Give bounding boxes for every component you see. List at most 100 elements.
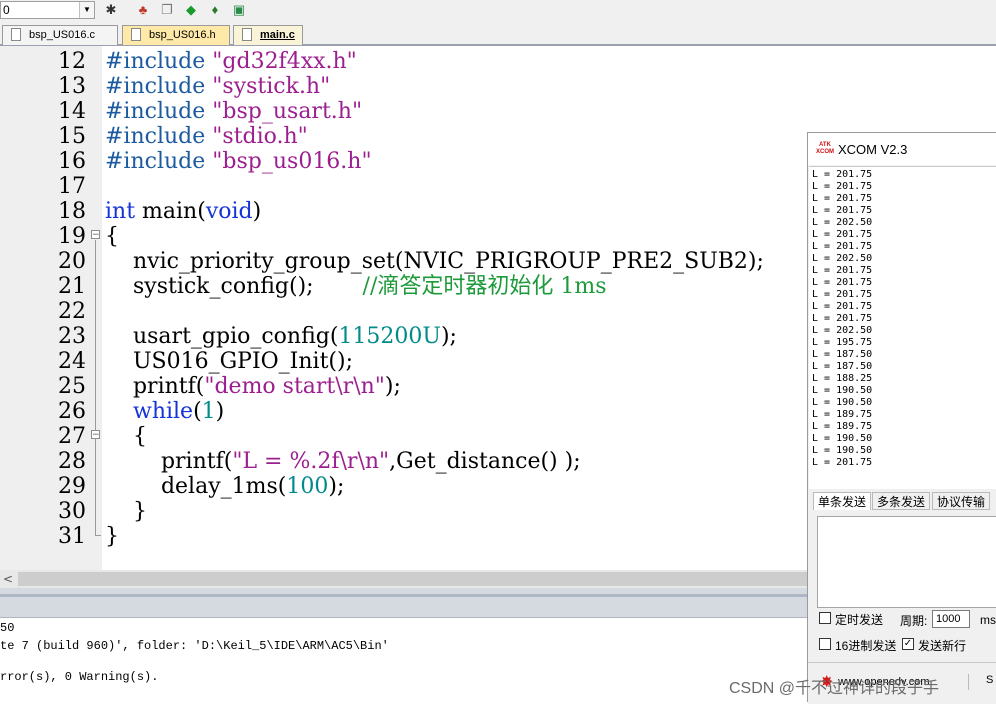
copy-icon[interactable]: ❐ [158, 1, 176, 19]
flash-icon[interactable]: ♦ [206, 1, 224, 19]
timed-send-label: 定时发送 [835, 613, 884, 627]
period-label: 周期: [900, 614, 928, 628]
tab-protocol[interactable]: 协议传输 [932, 492, 991, 510]
line-number: 27 [58, 424, 86, 449]
line-number: 24 [58, 349, 86, 374]
send-mode-tabs: 单条发送 多条发送 协议传输 [808, 490, 996, 512]
code-line: } [105, 524, 119, 549]
code-line: printf("demo start\r\n"); [105, 374, 401, 399]
received-line: L = 201.75 [812, 169, 873, 180]
tab-label: bsp_US016.c [29, 29, 96, 41]
fold-end [95, 535, 101, 536]
line-number: 18 [58, 199, 86, 224]
received-line: L = 187.50 [812, 349, 873, 360]
received-line: L = 189.75 [812, 421, 873, 432]
line-number: 28 [58, 449, 86, 474]
hierarchy-icon[interactable]: ♣ [134, 1, 152, 19]
code-line: #include "stdio.h" [105, 124, 308, 149]
send-textarea[interactable] [817, 516, 996, 608]
received-line: L = 201.75 [812, 457, 873, 468]
line-number: 25 [58, 374, 86, 399]
received-line: L = 201.75 [812, 313, 873, 324]
code-line: while(1) [132, 399, 225, 424]
chevron-down-icon[interactable]: ▼ [79, 2, 94, 18]
period-unit: ms [980, 613, 996, 627]
fold-collapse-icon[interactable]: − [91, 230, 100, 240]
code-line: #include "gd32f4xx.h" [105, 49, 357, 74]
received-line: L = 201.75 [812, 289, 873, 300]
received-line: L = 201.75 [812, 277, 873, 288]
line-number: 20 [58, 249, 86, 274]
received-line: L = 190.50 [812, 385, 873, 396]
hex-send-label: 16进制发送 [835, 639, 897, 653]
line-number: 23 [58, 324, 86, 349]
newline-checkbox[interactable]: ✓ [902, 638, 914, 650]
code-line: #include "systick.h" [105, 74, 331, 99]
xcom-title: XCOM V2.3 [838, 142, 908, 157]
fold-collapse-icon[interactable]: − [91, 430, 100, 440]
file-icon [11, 28, 21, 41]
package-icon[interactable]: ▣ [230, 1, 248, 19]
atk-logo-icon: ATK XCOM [816, 142, 834, 155]
received-line: L = 201.75 [812, 205, 873, 216]
line-number: 15 [58, 124, 86, 149]
received-line: L = 201.75 [812, 229, 873, 240]
code-line: printf("L = %.2f\r\n",Get_distance() ); [105, 449, 581, 474]
build-target-icon[interactable]: ✱ [102, 1, 120, 19]
line-number: 17 [58, 174, 86, 199]
received-line: L = 188.25 [812, 373, 873, 384]
target-combo-value: 0 [3, 3, 10, 17]
received-line: L = 195.75 [812, 337, 873, 348]
scroll-left-icon[interactable]: < [3, 572, 13, 586]
received-line: L = 202.50 [812, 325, 873, 336]
receive-area[interactable]: L = 201.75 L = 201.75 L = 201.75 L = 201.75… [809, 166, 996, 489]
file-tab-bar: bsp_US016.c bsp_US016.h main.c [0, 22, 996, 46]
line-number: 16 [58, 149, 86, 174]
received-line: L = 201.75 [812, 241, 873, 252]
code-line: { [105, 224, 119, 249]
tab-bsp-us016-c[interactable]: bsp_US016.c [2, 25, 118, 45]
tab-multi-send[interactable]: 多条发送 [872, 492, 931, 510]
tab-label: main.c [260, 29, 295, 41]
period-input[interactable]: 1000 [932, 610, 970, 628]
output-line: te 7 (build 960)', folder: 'D:\Keil_5\ID… [0, 639, 389, 653]
received-line: L = 201.75 [812, 265, 873, 276]
target-combo[interactable]: 0 ▼ [0, 1, 95, 19]
line-number: 13 [58, 74, 86, 99]
tab-single-send[interactable]: 单条发送 [813, 492, 872, 510]
received-line: L = 189.75 [812, 409, 873, 420]
line-number: 22 [58, 299, 86, 324]
code-line: usart_gpio_config(115200U); [105, 324, 457, 349]
xcom-window: ATK XCOM XCOM V2.3 L = 201.75 L = 201.75 L … [807, 132, 996, 704]
line-number: 30 [58, 499, 86, 524]
xcom-titlebar[interactable]: ATK XCOM XCOM V2.3 [808, 133, 996, 165]
received-line: L = 201.75 [812, 193, 873, 204]
received-line: L = 201.75 [812, 301, 873, 312]
code-line: #include "bsp_us016.h" [105, 149, 372, 174]
tab-main-c[interactable]: main.c [233, 25, 303, 45]
received-line: L = 187.50 [812, 361, 873, 372]
code-line: int main(void) [105, 199, 262, 224]
tab-bsp-us016-h[interactable]: bsp_US016.h [122, 25, 230, 45]
line-number: 26 [58, 399, 86, 424]
file-icon [242, 28, 252, 41]
received-line: L = 190.50 [812, 445, 873, 456]
timed-send-checkbox[interactable] [819, 612, 831, 624]
newline-label: 发送新行 [918, 639, 967, 653]
footer-s-label: S [986, 674, 994, 686]
scroll-thumb[interactable] [18, 572, 818, 586]
line-number: 31 [58, 524, 86, 549]
code-line: delay_1ms(100); [105, 474, 345, 499]
fold-guide [95, 240, 96, 535]
received-line: L = 190.50 [812, 433, 873, 444]
csdn-watermark: CSDN @千不过神详的段子手 [729, 680, 940, 697]
received-line: L = 201.75 [812, 181, 873, 192]
code-line: #include "bsp_usart.h" [105, 99, 363, 124]
code-line: nvic_priority_group_set(NVIC_PRIGROUP_PR… [105, 249, 764, 274]
code-line: systick_config(); //滴答定时器初始化 1ms [105, 274, 607, 299]
diamond-icon[interactable]: ◆ [182, 1, 200, 19]
line-number: 14 [58, 99, 86, 124]
line-number: 21 [58, 274, 86, 299]
file-icon [131, 28, 141, 41]
hex-send-checkbox[interactable] [819, 638, 831, 650]
